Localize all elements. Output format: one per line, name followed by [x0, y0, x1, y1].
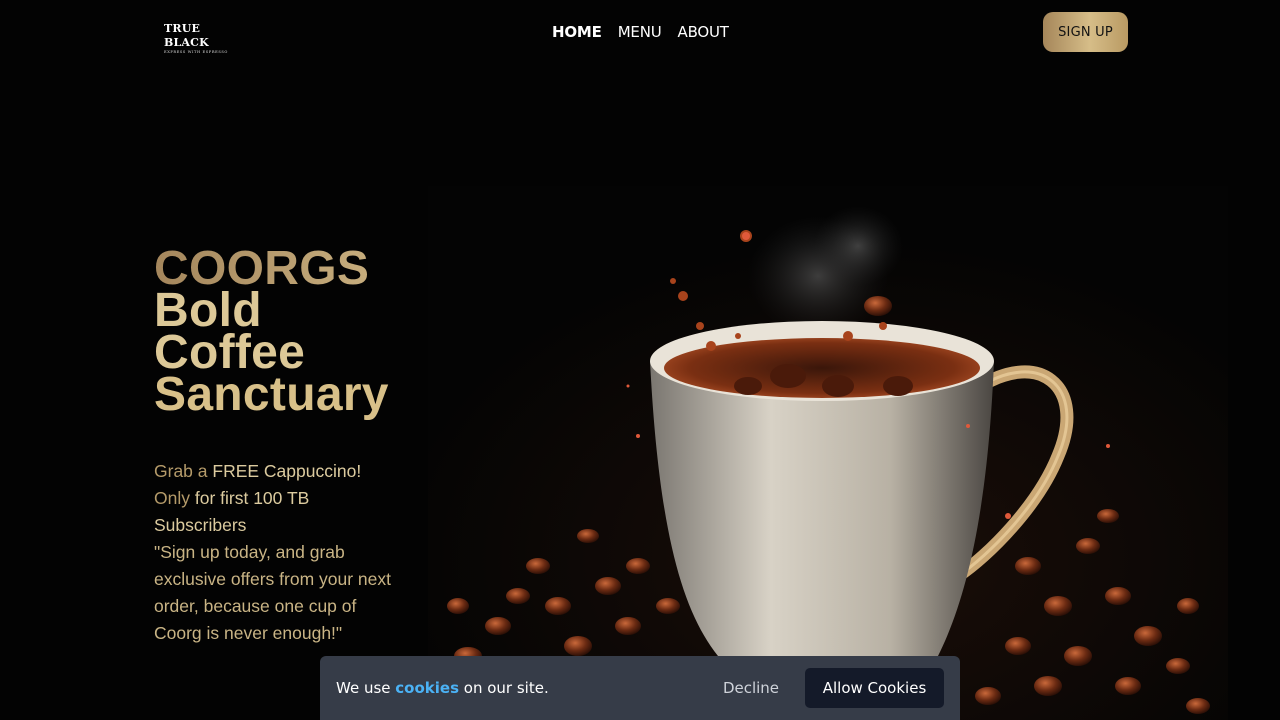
- cookie-text-after: on our site.: [463, 679, 549, 697]
- cookies-policy-link[interactable]: cookies: [395, 679, 459, 697]
- allow-cookies-button[interactable]: Allow Cookies: [805, 668, 944, 708]
- promo-only: Only: [154, 488, 190, 508]
- hero-promo-text: Grab a FREE Cappuccino! Only for first 1…: [154, 458, 394, 647]
- nav-about-link[interactable]: ABOUT: [678, 23, 729, 41]
- brand-name: TRUE BLACK: [164, 22, 209, 49]
- hero-title-line: Sanctuary: [154, 368, 389, 421]
- decline-cookies-button[interactable]: Decline: [709, 668, 793, 708]
- main-nav: HOME MENU ABOUT: [552, 23, 729, 41]
- promo-free-cappuccino: FREE Cappuccino!: [212, 461, 362, 481]
- signup-button[interactable]: SIGN UP: [1043, 12, 1128, 52]
- cookie-banner: We use cookies on our site. Decline Allo…: [320, 656, 960, 720]
- nav-menu-link[interactable]: MENU: [618, 23, 662, 41]
- nav-home-link[interactable]: HOME: [552, 23, 602, 41]
- brand-logo[interactable]: TRUE BLACK EXPRESS WITH ESPRESSO: [164, 22, 244, 54]
- promo-grab: Grab a: [154, 461, 208, 481]
- hero-coffee-image: [428, 186, 1228, 720]
- cookie-message: We use cookies on our site.: [336, 679, 549, 697]
- hero-title: COORGS Bold Coffee Sanctuary: [154, 245, 474, 421]
- promo-quote: "Sign up today, and grab exclusive offer…: [154, 542, 391, 643]
- brand-tagline: EXPRESS WITH ESPRESSO: [164, 50, 228, 54]
- cookie-text-before: We use: [336, 679, 391, 697]
